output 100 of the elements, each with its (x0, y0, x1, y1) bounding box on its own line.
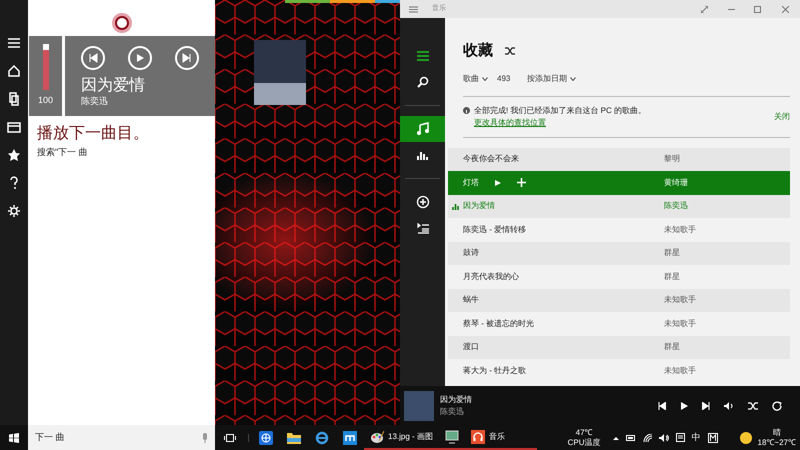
play-button[interactable] (680, 402, 688, 410)
song-row[interactable]: 渡口 群星 (448, 336, 790, 359)
slider-thumb[interactable] (42, 44, 48, 50)
next-button[interactable] (702, 402, 710, 410)
volume-reading: 100 (38, 94, 54, 107)
maximize-icon (754, 6, 760, 12)
sun-icon (740, 432, 752, 444)
windows-logo-icon (9, 432, 19, 442)
song-row[interactable]: 灯塔 黄绮珊 (448, 171, 790, 194)
calendar-icon[interactable] (7, 120, 21, 134)
close-notification-button[interactable]: 关闭 (774, 110, 790, 122)
input-method-indicator[interactable]: 中 (692, 430, 701, 444)
song-artist: 未知歌手 (664, 294, 696, 306)
close-icon (782, 6, 788, 12)
play-icon (680, 402, 688, 410)
song-artist: 黄绮珊 (664, 176, 688, 189)
song-artist: 陈奕迅 (664, 200, 688, 212)
equalizer-icon (452, 202, 459, 210)
shuffle-icon (505, 47, 515, 56)
documents-icon[interactable] (7, 92, 21, 106)
taskbar-app[interactable]: 音乐 (464, 425, 537, 450)
weather-condition: 晴 (772, 428, 781, 438)
song-count: 493 (497, 72, 512, 84)
song-artist: 陈奕迅 (81, 96, 109, 107)
song-artist: 群星 (664, 270, 680, 283)
settings-icon[interactable] (7, 204, 21, 218)
song-title: 今夜你会不会来 (463, 153, 519, 166)
volume-slider[interactable] (42, 50, 48, 90)
notification-icon (676, 433, 685, 442)
song-title: 因为爱情 (81, 76, 146, 96)
info-icon (463, 106, 470, 114)
window-app-icon (343, 430, 357, 444)
song-artist: 未知歌手 (664, 364, 696, 377)
previous-icon (88, 53, 98, 63)
song-title: 陈奕迅 - 爱情转移 (463, 224, 526, 236)
search-box[interactable]: 下一 曲 (28, 425, 215, 450)
song-artist: 群星 (664, 341, 680, 354)
show-hidden-icons-button[interactable] (612, 436, 619, 440)
headphones-icon (470, 430, 485, 444)
previous-button[interactable] (658, 402, 666, 410)
now-playing-artist: 陈奕迅 (440, 406, 465, 418)
repeat-icon (772, 400, 782, 410)
temperature-range: 18℃~27℃ (758, 438, 796, 448)
home-icon[interactable] (7, 64, 21, 78)
song-title: 因为爱情 (463, 200, 495, 212)
cpu-temperature: 47℃ (576, 428, 593, 438)
song-row[interactable]: 因为爱情 陈奕迅 (448, 194, 790, 218)
cortana-response: 播放下一曲目。 (37, 124, 149, 144)
taskbar-app[interactable]: 13.jpg - 画图 (364, 425, 439, 450)
volume-button[interactable] (724, 402, 734, 410)
notification-text: 全部完成! 我们已经添加了来自这台 PC 的歌曲。 (474, 104, 646, 116)
next-icon (702, 402, 710, 410)
now-playing-title: 因为爱情 (440, 394, 472, 406)
menu-icon (408, 6, 418, 12)
cortana-query: 搜索"下一 曲 (37, 146, 88, 159)
album-art-placeholder (254, 40, 306, 105)
wifi-icon (642, 434, 652, 442)
type-dropdown[interactable]: 歌曲 (463, 72, 497, 84)
caret-up-icon (612, 436, 619, 440)
plus-icon (517, 178, 526, 188)
song-artist: 未知歌手 (664, 224, 696, 236)
song-title: 蜗牛 (463, 294, 479, 306)
page-heading: 收藏 (463, 41, 493, 61)
play-icon (494, 178, 502, 187)
browser-e-icon (315, 430, 329, 444)
shuffle-icon (748, 402, 758, 410)
speaker-icon (724, 402, 734, 410)
sort-dropdown[interactable]: 按添加日期 (527, 72, 576, 84)
song-artist: 未知歌手 (664, 318, 696, 330)
song-title: 灯塔 (463, 176, 479, 189)
monitor-icon (444, 430, 459, 444)
song-artist: 群星 (664, 247, 680, 260)
song-row[interactable]: 蜗牛 未知歌手 (448, 288, 790, 312)
queue-icon (416, 221, 430, 235)
song-row[interactable]: 鼓诗 群星 (448, 242, 790, 265)
diagonal-arrows-icon (700, 6, 708, 12)
previous-icon (658, 402, 666, 410)
repeat-button[interactable] (772, 400, 782, 410)
speaker-icon (658, 434, 669, 442)
palette-icon (370, 430, 384, 444)
shuffle-button[interactable] (505, 47, 515, 56)
cortana-ring-icon (112, 13, 132, 33)
song-row[interactable]: 今夜你会不会来 黎明 (448, 148, 790, 171)
cpu-temperature-label: CPU温度 (568, 438, 601, 448)
album-thumbnail-placeholder (404, 390, 434, 420)
change-location-link[interactable]: 更改具体的查找位置 (474, 116, 646, 128)
song-title: 鼓诗 (463, 247, 479, 260)
song-artist: 黎明 (664, 153, 680, 166)
battery-icon (626, 434, 636, 440)
chevron-down-icon (570, 76, 576, 80)
add-button[interactable] (517, 178, 526, 188)
search-icon (416, 75, 430, 89)
music-note-icon (416, 122, 430, 136)
task-view-icon (224, 434, 236, 442)
menu-icon[interactable] (7, 36, 21, 50)
star-icon[interactable] (7, 148, 21, 162)
play-icon (135, 53, 145, 63)
song-title: 蔡琴 - 被遗忘的时光 (463, 318, 534, 330)
song-title: 月亮代表我的心 (463, 270, 519, 283)
chevron-down-icon (482, 76, 488, 80)
